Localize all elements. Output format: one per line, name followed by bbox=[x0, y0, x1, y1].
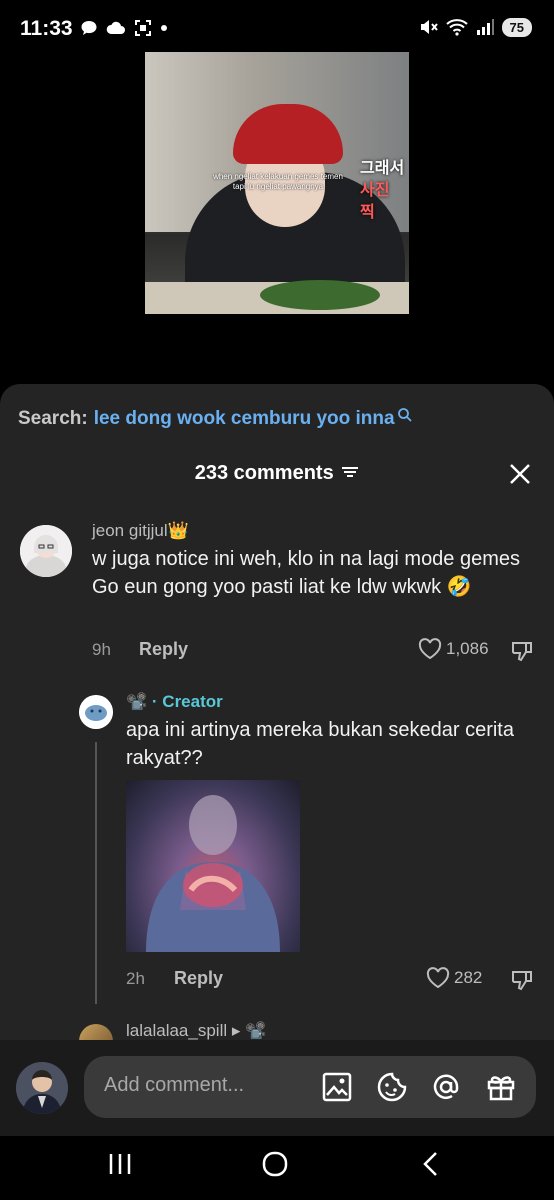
avatar[interactable] bbox=[20, 525, 72, 577]
creator-label: · Creator bbox=[151, 692, 223, 711]
search-suggestion[interactable]: Search: lee dong wook cemburu yoo inna bbox=[18, 408, 413, 430]
thread-line bbox=[95, 742, 97, 1004]
status-time: 11:33 bbox=[20, 17, 73, 40]
video-caption: when ngeliat kelakuan gemes temen tapi l… bbox=[213, 172, 343, 191]
mention-icon[interactable] bbox=[430, 1071, 462, 1103]
user-avatar-icon bbox=[16, 1062, 68, 1114]
crown-badge-icon: 👑 bbox=[167, 521, 189, 540]
comment-username[interactable]: jeon gitjjul👑 bbox=[92, 521, 189, 541]
dot-icon bbox=[161, 25, 167, 31]
reply-time: 2h bbox=[126, 969, 145, 988]
wifi-icon bbox=[445, 19, 468, 36]
mute-icon bbox=[420, 20, 438, 34]
image-icon[interactable] bbox=[321, 1071, 353, 1103]
status-bar: 11:33 75 bbox=[0, 0, 554, 60]
my-avatar[interactable] bbox=[16, 1062, 68, 1114]
comments-count-header[interactable]: 233 comments bbox=[0, 462, 554, 485]
close-icon[interactable] bbox=[508, 462, 532, 486]
creator-indicator-icon: ▸ 📽️ bbox=[231, 1021, 267, 1040]
search-prefix: Search: bbox=[18, 408, 88, 429]
dislike-icon[interactable] bbox=[510, 968, 534, 992]
like-button[interactable]: 282 bbox=[426, 967, 482, 989]
back-icon[interactable] bbox=[418, 1150, 446, 1178]
like-count: 282 bbox=[454, 968, 483, 987]
creator-avatar[interactable] bbox=[79, 695, 113, 729]
gift-icon[interactable] bbox=[485, 1071, 517, 1103]
cloud-icon bbox=[106, 21, 125, 34]
search-icon bbox=[397, 408, 412, 422]
screenshot-icon bbox=[135, 20, 151, 36]
figure-illustration-icon bbox=[146, 795, 280, 952]
reply-button[interactable]: Reply bbox=[174, 968, 223, 989]
reply-username[interactable]: 📽️ · Creator bbox=[126, 692, 223, 712]
reply-username[interactable]: lalalalaa_spill ▸ 📽️ bbox=[126, 1021, 266, 1041]
home-icon[interactable] bbox=[261, 1150, 289, 1178]
creator-avatar-icon bbox=[79, 695, 113, 729]
comment-input-placeholder[interactable]: Add comment... bbox=[104, 1074, 244, 1097]
reply-image-attachment[interactable] bbox=[126, 780, 300, 952]
reply-button[interactable]: Reply bbox=[139, 639, 188, 660]
video-camera-icon: 📽️ bbox=[126, 692, 148, 711]
dislike-icon[interactable] bbox=[510, 639, 534, 663]
battery-indicator: 75 bbox=[501, 17, 532, 37]
signal-icon bbox=[476, 19, 494, 35]
emoji-icon[interactable] bbox=[376, 1071, 408, 1103]
like-count: 1,086 bbox=[446, 639, 489, 658]
video-preview[interactable]: when ngeliat kelakuan gemes temen tapi l… bbox=[145, 52, 409, 314]
comment-time: 9h bbox=[92, 640, 111, 659]
user-avatar-icon bbox=[20, 525, 72, 577]
comment-text: w juga notice ini weh, klo in na lagi mo… bbox=[92, 548, 521, 598]
recent-apps-icon[interactable] bbox=[106, 1150, 134, 1178]
heart-icon bbox=[426, 967, 450, 989]
heart-icon bbox=[418, 638, 442, 660]
sort-icon[interactable] bbox=[341, 465, 359, 479]
reply-text: apa ini artinya mereka bukan sekedar cer… bbox=[126, 719, 514, 769]
video-subtitle: 그래서 사진 찍 bbox=[360, 158, 405, 221]
chat-bubble-icon bbox=[81, 21, 97, 35]
search-query-link[interactable]: lee dong wook cemburu yoo inna bbox=[94, 408, 395, 430]
like-button[interactable]: 1,086 bbox=[418, 638, 489, 660]
